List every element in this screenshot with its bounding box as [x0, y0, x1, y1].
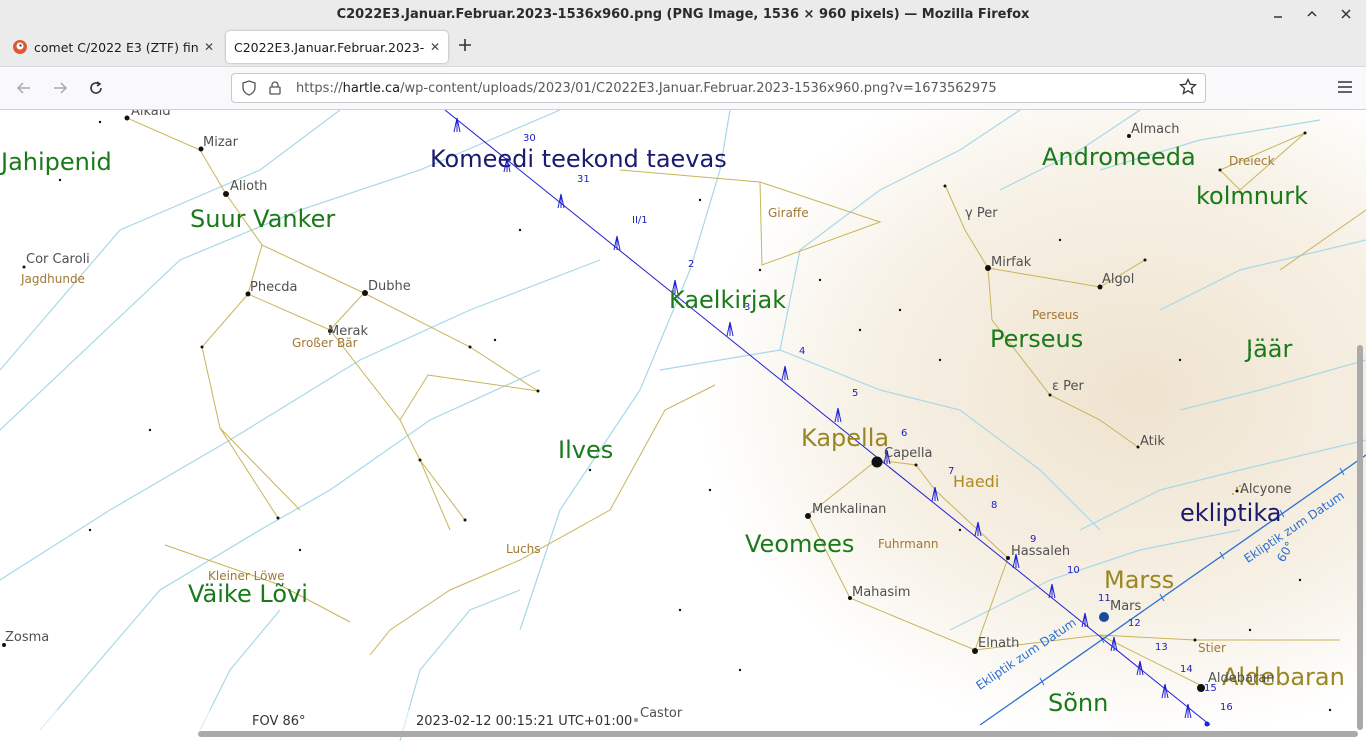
path-date-label: 31 — [577, 174, 590, 185]
constellation-label: Jagdhunde — [21, 272, 85, 286]
window-title: C2022E3.Januar.Februar.2023-1536x960.png… — [336, 6, 1030, 22]
comet-path-annotation: Komeedi teekond taevas — [430, 145, 727, 173]
kapella-annotation: Kapella — [801, 424, 890, 452]
fov-readout: FOV 86° — [252, 714, 306, 729]
star-label: Phecda — [250, 280, 298, 295]
constellation-label: Großer Bär — [292, 336, 358, 350]
perseus-annotation: Perseus — [990, 325, 1084, 353]
star-label: γ Per — [965, 206, 998, 221]
datetime-readout: 2023-02-12 00:15:21 UTC+01:00 — [416, 714, 633, 729]
constellation-label: Giraffe — [768, 206, 809, 220]
new-tab-icon[interactable] — [458, 36, 472, 57]
star-label: Mizar — [203, 135, 238, 150]
constellation-label: Perseus — [1032, 308, 1079, 322]
ekliptika-annotation: ekliptika — [1180, 499, 1282, 527]
constellation-label: Dreieck — [1229, 154, 1275, 168]
path-date-label: 11 — [1098, 593, 1111, 604]
star-label: Capella — [884, 446, 933, 461]
url-text[interactable]: https://hartle.ca/wp-content/uploads/202… — [296, 81, 997, 96]
path-date-label: 2 — [688, 259, 695, 270]
hamburger-menu-icon[interactable] — [1336, 78, 1356, 98]
star-label: Alkaid — [131, 110, 171, 119]
star-label: Elnath — [978, 636, 1020, 651]
forward-icon[interactable] — [50, 78, 70, 98]
path-date-label: II/1 — [632, 215, 648, 226]
title-bar: C2022E3.Januar.Februar.2023-1536x960.png… — [0, 0, 1366, 28]
star-label: Almach — [1131, 122, 1180, 137]
star-label: Zosma — [5, 630, 50, 645]
vaike-lovi-annotation: Väike Lõvi — [188, 580, 308, 608]
ilves-annotation: Ilves — [558, 436, 614, 464]
star-label: Castor — [640, 706, 683, 721]
path-date-label: 10 — [1067, 565, 1080, 576]
image-viewer[interactable]: Komeedi teekond taevas Jahipenid Suur Va… — [0, 110, 1366, 741]
star-label: Aldebaran — [1208, 671, 1275, 686]
vertical-scrollbar[interactable] — [1357, 345, 1363, 730]
kolmnurk-annotation: kolmnurk — [1196, 182, 1308, 210]
constellation-label: Luchs — [506, 542, 541, 556]
close-tab-icon[interactable]: ✕ — [430, 40, 440, 54]
path-date-label: 14 — [1180, 664, 1193, 675]
path-date-label: 9 — [1030, 534, 1037, 545]
maximize-icon[interactable] — [1302, 4, 1322, 24]
sonn-annotation: Sõnn — [1048, 689, 1109, 717]
path-date-label: 7 — [948, 466, 955, 477]
star-label: Hassaleh — [1011, 544, 1071, 559]
close-tab-icon[interactable]: ✕ — [204, 40, 214, 54]
star-label: Alioth — [230, 179, 268, 194]
path-date-label: 4 — [799, 346, 806, 357]
close-icon[interactable] — [1336, 4, 1356, 24]
star-label: Mars — [1110, 599, 1142, 614]
lock-icon[interactable] — [266, 81, 284, 95]
star-label: Atik — [1140, 434, 1165, 449]
constellation-label: Haedi — [953, 472, 1000, 491]
star-label: Mirfak — [991, 255, 1032, 270]
tab-search[interactable]: comet C/2022 E3 (ZTF) finde ✕ — [4, 31, 222, 63]
constellation-label: Kleiner Löwe — [208, 569, 285, 583]
suur-vanker-annotation: Suur Vanker — [190, 205, 336, 233]
marss-annotation: Marss — [1104, 566, 1175, 594]
path-date-label: 8 — [991, 500, 998, 511]
duckduckgo-icon — [13, 40, 27, 54]
kaelkirjak-annotation: Kaelkirjak — [669, 286, 787, 314]
veomees-annotation: Veomees — [745, 530, 855, 558]
star-label: Alcyone — [1240, 482, 1292, 497]
mars-planet — [1099, 612, 1109, 622]
nav-bar: https://hartle.ca/wp-content/uploads/202… — [0, 67, 1366, 110]
star-label: ε Per — [1052, 379, 1084, 394]
star-label: Mahasim — [852, 585, 911, 600]
horizontal-scrollbar[interactable] — [198, 731, 1358, 737]
back-icon[interactable] — [14, 78, 34, 98]
tab-strip: comet C/2022 E3 (ZTF) finde ✕ C2022E3.Ja… — [0, 28, 1366, 67]
path-date-label: 5 — [852, 388, 859, 399]
star-label: Dubhe — [368, 279, 411, 294]
star-label: Menkalinan — [812, 502, 887, 517]
bookmark-star-icon[interactable] — [1179, 77, 1197, 100]
jahipenid-annotation: Jahipenid — [1, 148, 112, 176]
star-label: Algol — [1102, 272, 1135, 287]
star-label: Cor Caroli — [26, 252, 90, 267]
tab-label: C2022E3.Januar.Februar.2023-1536 — [234, 39, 424, 55]
jaar-annotation: Jäär — [1246, 335, 1293, 363]
shield-icon[interactable] — [240, 80, 258, 96]
constellation-label: Fuhrmann — [878, 537, 939, 551]
tab-label: comet C/2022 E3 (ZTF) finde — [34, 39, 198, 55]
url-bar[interactable]: https://hartle.ca/wp-content/uploads/202… — [231, 73, 1206, 103]
tab-image[interactable]: C2022E3.Januar.Februar.2023-1536 ✕ — [226, 31, 448, 63]
constellation-label: Stier — [1198, 641, 1226, 655]
path-date-label: 6 — [901, 428, 908, 439]
path-date-label: 12 — [1128, 618, 1141, 629]
path-date-label: 3 — [744, 302, 751, 313]
path-date-label: 15 — [1204, 683, 1217, 694]
path-date-label: 13 — [1155, 642, 1168, 653]
path-date-label: 30 — [523, 133, 536, 144]
window-controls — [1268, 4, 1356, 24]
path-date-label: 16 — [1220, 702, 1233, 713]
minimize-icon[interactable] — [1268, 4, 1288, 24]
andromeeda-annotation: Andromeeda — [1042, 143, 1196, 171]
reload-icon[interactable] — [86, 78, 106, 98]
